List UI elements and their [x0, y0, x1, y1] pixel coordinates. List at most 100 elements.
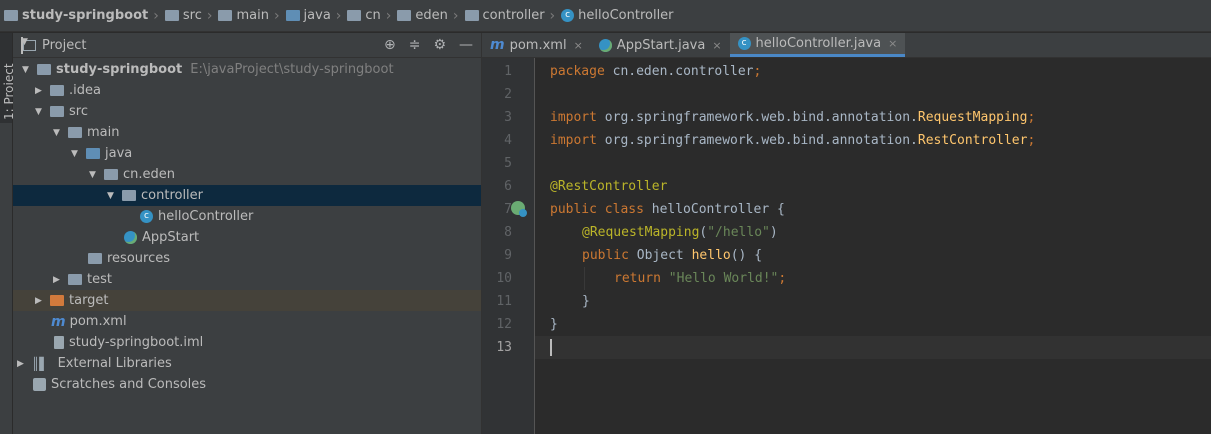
- module-folder-icon: [37, 64, 51, 75]
- code-line-6: @RestController: [550, 179, 668, 194]
- collapsed-arrow-icon[interactable]: ▶: [32, 296, 45, 306]
- minimize-icon[interactable]: —: [459, 37, 473, 53]
- tree-item-src[interactable]: ▼ src: [13, 101, 481, 122]
- code-line-1: package cn.eden.controller;: [550, 64, 762, 79]
- project-tree: ▼ study-springboot E:\javaProject\study-sp…: [13, 59, 481, 395]
- line-number: 6: [504, 179, 512, 194]
- line-number: 9: [504, 248, 512, 263]
- line-number: 13: [496, 340, 512, 355]
- collapsed-arrow-icon[interactable]: ▶: [50, 275, 63, 285]
- breadcrumb-item-src[interactable]: src: [164, 8, 202, 23]
- class-icon: c: [140, 210, 153, 223]
- code-line-11: }: [582, 294, 590, 309]
- scratches-icon: [33, 378, 46, 391]
- line-number: 3: [504, 110, 512, 125]
- tree-item-resources[interactable]: resources: [13, 248, 481, 269]
- expanded-arrow-icon[interactable]: ▼: [32, 107, 45, 117]
- package-icon: [104, 169, 118, 180]
- collapsed-arrow-icon[interactable]: ▶: [32, 86, 45, 96]
- code-line-8: @RequestMapping("/hello"): [582, 225, 778, 240]
- resources-folder-icon: [88, 253, 102, 264]
- code-line-7: public class helloController {: [550, 202, 785, 217]
- close-icon[interactable]: ×: [574, 39, 583, 52]
- expanded-arrow-icon[interactable]: ▼: [68, 149, 81, 159]
- tree-item-external-libraries[interactable]: ▶ ║▌ External Libraries: [13, 353, 481, 374]
- libraries-icon: ║▌: [32, 356, 49, 371]
- tab-appstart-java[interactable]: AppStart.java ×: [591, 33, 730, 57]
- tree-item-pom-xml[interactable]: m pom.xml: [13, 311, 481, 332]
- chevron-right-icon: ›: [335, 7, 342, 24]
- package-icon: [122, 190, 136, 201]
- crosshair-icon[interactable]: ⊕: [384, 37, 396, 53]
- spring-bean-icon[interactable]: [511, 201, 527, 217]
- tree-item-hellocontroller[interactable]: c helloController: [13, 206, 481, 227]
- folder-icon: [464, 10, 479, 21]
- tree-item-cn-eden[interactable]: ▼ cn.eden: [13, 164, 481, 185]
- class-icon: c: [561, 9, 575, 22]
- tab-pom-xml[interactable]: m pom.xml ×: [482, 33, 591, 57]
- collapse-icon[interactable]: ≑: [409, 37, 421, 53]
- indent-guide: [584, 267, 585, 290]
- text-caret: [550, 339, 552, 356]
- close-icon[interactable]: ×: [888, 37, 897, 50]
- close-icon[interactable]: ×: [712, 39, 721, 52]
- code-editor[interactable]: package cn.eden.controller; import org.s…: [535, 58, 1211, 434]
- folder-icon: [397, 10, 412, 21]
- tree-item-appstart[interactable]: AppStart: [13, 227, 481, 248]
- folder-icon: [164, 10, 179, 21]
- line-number: 11: [496, 294, 512, 309]
- breadcrumb-item-module[interactable]: study-springboot: [4, 8, 148, 23]
- tree-item-java[interactable]: ▼ java: [13, 143, 481, 164]
- folder-icon: [50, 85, 64, 96]
- folder-icon: [347, 10, 362, 21]
- expanded-arrow-icon[interactable]: ▼: [19, 65, 32, 75]
- breadcrumb-item-main[interactable]: main: [218, 8, 269, 23]
- breadcrumb: study-springboot › src › main › java › c…: [0, 0, 1211, 32]
- code-line-4: import org.springframework.web.bind.anno…: [550, 133, 1036, 148]
- breadcrumb-item-eden[interactable]: eden: [397, 8, 448, 23]
- chevron-right-icon: ›: [153, 7, 159, 24]
- line-number: 1: [504, 64, 512, 79]
- tree-item-iml[interactable]: study-springboot.iml: [13, 332, 481, 353]
- class-icon: c: [737, 37, 751, 50]
- line-number: 2: [504, 87, 512, 102]
- tree-item-test[interactable]: ▶ test: [13, 269, 481, 290]
- line-number: 5: [504, 156, 512, 171]
- tree-item-controller[interactable]: ▼ controller: [13, 185, 481, 206]
- tree-item-scratches[interactable]: Scratches and Consoles: [13, 374, 481, 395]
- line-number: 4: [504, 133, 512, 148]
- editor-gutter[interactable]: 1 2 3 4 5 6 7 8 9 10 11 12 13: [482, 58, 547, 434]
- tree-item-target[interactable]: ▶ target: [13, 290, 481, 311]
- chevron-right-icon: ›: [206, 7, 213, 24]
- code-line-10: return "Hello World!";: [614, 271, 787, 286]
- folder-icon: [218, 10, 233, 21]
- gear-icon[interactable]: ⚙: [433, 37, 446, 53]
- project-panel-toolbar: ⊕ ≑ ⚙ —: [384, 37, 473, 53]
- expanded-arrow-icon[interactable]: ▼: [104, 191, 117, 201]
- code-line-12: }: [550, 317, 558, 332]
- tree-item-study-springboot[interactable]: ▼ study-springboot E:\javaProject\study-sp…: [13, 59, 481, 80]
- tree-item-idea[interactable]: ▶ .idea: [13, 80, 481, 101]
- excluded-folder-icon: [50, 295, 64, 306]
- editor-tab-bar: m pom.xml × AppStart.java × c helloContr…: [482, 33, 1211, 58]
- code-line-9: public Object hello() {: [582, 248, 763, 263]
- spring-class-icon: [598, 38, 612, 52]
- expanded-arrow-icon[interactable]: ▼: [50, 128, 63, 138]
- iml-file-icon: [54, 336, 64, 349]
- line-number: 12: [496, 317, 512, 332]
- current-line-highlight: [535, 336, 1211, 359]
- expanded-arrow-icon[interactable]: ▼: [86, 170, 99, 180]
- project-view-selector[interactable]: Project: [42, 38, 86, 53]
- spring-class-icon: [124, 231, 137, 244]
- breadcrumb-item-java[interactable]: java: [285, 8, 331, 23]
- collapsed-arrow-icon[interactable]: ▶: [14, 359, 27, 369]
- tab-hellocontroller-java[interactable]: c helloController.java ×: [729, 33, 906, 57]
- module-icon: [4, 10, 18, 21]
- chevron-right-icon: ›: [549, 7, 556, 24]
- breadcrumb-item-controller[interactable]: controller: [464, 8, 545, 23]
- tree-item-main[interactable]: ▼ main: [13, 122, 481, 143]
- breadcrumb-item-hellocontroller[interactable]: c helloController: [561, 8, 674, 23]
- line-number: 7: [504, 202, 512, 217]
- breadcrumb-item-cn[interactable]: cn: [347, 8, 381, 23]
- chevron-down-icon[interactable]: ▼: [21, 36, 28, 54]
